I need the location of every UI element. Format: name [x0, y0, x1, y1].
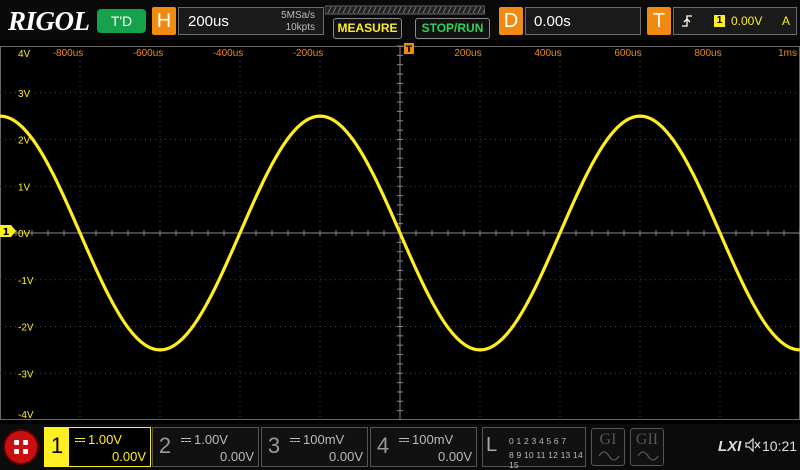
- generator1-button[interactable]: GI: [591, 428, 625, 466]
- time-axis-label: 1ms: [778, 48, 797, 59]
- memory-position-bar: [325, 5, 485, 15]
- sine-wave-icon: [598, 451, 620, 461]
- rising-edge-icon: [682, 15, 692, 27]
- channel1-offset: 0.00V: [112, 449, 146, 464]
- time-axis-label: -800us: [53, 48, 84, 59]
- dc-coupling-icon: [399, 437, 409, 444]
- voltage-axis-label: -3V: [18, 369, 34, 380]
- channel1-ground-marker[interactable]: 1: [0, 225, 16, 238]
- logic-analyzer-panel[interactable]: L 0 1 2 3 4 5 6 7 8 9 10 11 12 13 14 15: [482, 427, 586, 470]
- channel4-offset: 0.00V: [438, 449, 472, 464]
- stop-run-button[interactable]: STOP/RUN: [415, 18, 490, 39]
- channel4-number: 4: [376, 433, 390, 458]
- logic-channels-row1: 0 1 2 3 4 5 6 7: [509, 436, 567, 446]
- top-bar: RIGOL T'D H 200us 5MSa/s 10kpts MEASURE …: [0, 0, 800, 40]
- waveform-display[interactable]: -800us -600us -400us -200us 200us 400us 600us 8…: [0, 42, 800, 422]
- time-axis-label: -200us: [293, 48, 324, 59]
- trigger-level: 0.00V: [731, 14, 763, 28]
- channel2-scale: 1.00V: [194, 432, 228, 447]
- voltage-axis-label: 3V: [18, 89, 31, 100]
- timebase-value: 200us: [188, 13, 229, 30]
- voltage-axis-label: -1V: [18, 276, 34, 287]
- time-axis-label: 200us: [454, 48, 481, 59]
- trigger-mode: A: [782, 14, 791, 28]
- logic-channels-row2: 8 9 10 11 12 13 14 15: [509, 450, 583, 470]
- channel2-number: 2: [158, 433, 172, 458]
- time-axis-label: -600us: [133, 48, 164, 59]
- voltage-axis-label: -4V: [18, 410, 34, 421]
- lxi-logo: LXI: [718, 438, 742, 455]
- svg-text:1: 1: [3, 227, 10, 238]
- rigol-logo: RIGOL: [8, 6, 90, 36]
- channel3-scale: 100mV: [303, 432, 345, 447]
- dc-coupling-icon: [75, 437, 85, 444]
- time-axis-label: -400us: [213, 48, 244, 59]
- bottom-bar: 1 1.00V 0.00V 2 1.00V 0.00V 3 100mV 0.00V 4 100mV 0…: [0, 424, 800, 470]
- time-axis-label: 600us: [614, 48, 641, 59]
- channel4-panel[interactable]: 4 100mV 0.00V: [370, 427, 477, 467]
- delay-panel[interactable]: 0.00s: [525, 7, 641, 35]
- voltage-axis-label: 1V: [18, 182, 31, 193]
- trigger-position-marker[interactable]: T: [404, 43, 414, 55]
- sample-rate: 5MSa/s: [281, 10, 315, 21]
- sine-wave-icon: [637, 451, 659, 461]
- memory-depth: 10kpts: [285, 22, 315, 33]
- logic-label: L: [486, 434, 498, 456]
- waveform-grid: -800us -600us -400us -200us 200us 400us 600us 8…: [0, 43, 800, 421]
- generator2-label: GII: [635, 431, 659, 448]
- svg-text:T: T: [406, 45, 413, 55]
- horizontal-panel[interactable]: 200us 5MSa/s 10kpts: [178, 7, 324, 35]
- speaker-muted-icon[interactable]: [745, 437, 761, 453]
- dc-coupling-icon: [181, 437, 191, 444]
- delay-menu-button[interactable]: D: [499, 7, 523, 35]
- channel2-offset: 0.00V: [220, 449, 254, 464]
- channel2-panel[interactable]: 2 1.00V 0.00V: [152, 427, 259, 467]
- dc-coupling-icon: [290, 437, 300, 444]
- trigger-source-badge: 1: [714, 15, 725, 27]
- channel1-number: 1: [50, 433, 64, 458]
- time-axis-label: 400us: [534, 48, 561, 59]
- channel3-number: 3: [267, 433, 281, 458]
- channel1-panel[interactable]: 1 1.00V 0.00V: [44, 427, 151, 467]
- delay-value: 0.00s: [534, 13, 571, 30]
- home-button[interactable]: [3, 429, 39, 465]
- channel4-scale: 100mV: [412, 432, 454, 447]
- voltage-axis-label: 4V: [18, 49, 31, 60]
- trigger-menu-button[interactable]: T: [647, 7, 671, 35]
- generator1-label: GI: [599, 431, 617, 448]
- voltage-axis-label: 2V: [18, 136, 31, 147]
- channel1-scale: 1.00V: [88, 432, 122, 447]
- generator2-button[interactable]: GII: [630, 428, 664, 466]
- time-axis-label: 800us: [694, 48, 721, 59]
- trigger-status-badge: T'D: [97, 9, 146, 33]
- voltage-axis-label: -2V: [18, 323, 34, 334]
- horizontal-menu-button[interactable]: H: [152, 7, 176, 35]
- measure-button[interactable]: MEASURE: [333, 18, 402, 39]
- clock: 10:21: [762, 438, 798, 454]
- channel3-offset: 0.00V: [329, 449, 363, 464]
- trigger-panel[interactable]: 1 0.00V A: [673, 7, 797, 35]
- grid-menu-icon: [14, 440, 28, 454]
- voltage-axis-label: 0V: [18, 229, 31, 240]
- channel3-panel[interactable]: 3 100mV 0.00V: [261, 427, 368, 467]
